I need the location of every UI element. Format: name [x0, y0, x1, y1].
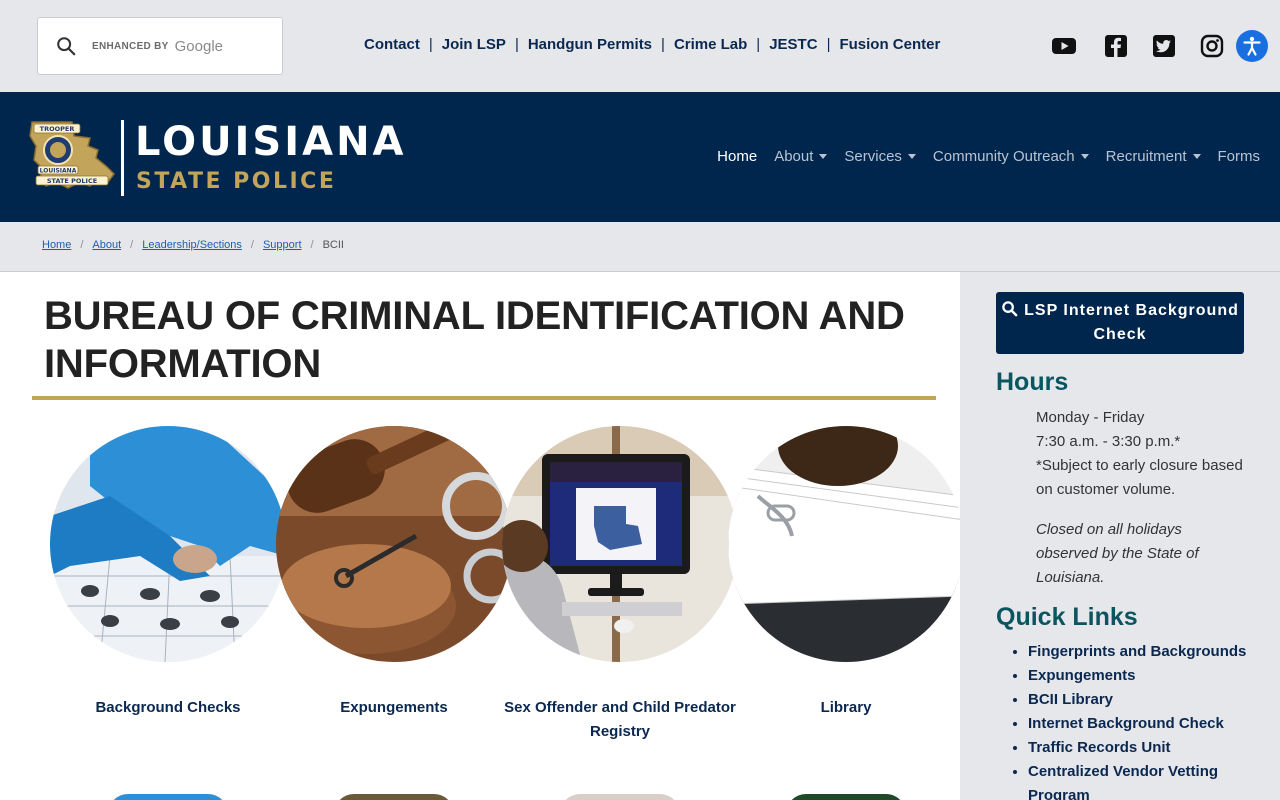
quick-link-internet-background-check[interactable]: Internet Background Check — [1028, 715, 1224, 732]
next-row-tile-image — [334, 794, 454, 800]
main-content: BUREAU OF CRIMINAL IDENTIFICATION AND IN… — [0, 272, 960, 800]
list-item: Centralized Vendor Vetting Program — [1028, 760, 1268, 800]
trooper-badge-logo[interactable]: TROOPER LOUISIANA STATE POLICE — [28, 116, 116, 192]
util-link-jestc[interactable]: JESTC — [769, 36, 817, 53]
quick-link-vendor-vetting[interactable]: Centralized Vendor Vetting Program — [1028, 763, 1218, 800]
tile-label: Library — [820, 699, 872, 716]
util-separator: | — [428, 36, 433, 53]
nav-item-recruitment[interactable]: Recruitment — [1106, 148, 1201, 165]
nav-item-community-outreach[interactable]: Community Outreach — [933, 148, 1089, 165]
breadcrumb-separator: / — [310, 239, 314, 251]
nav-item-label: Home — [717, 148, 758, 165]
nav-item-services[interactable]: Services — [844, 148, 916, 165]
list-item: Expungements — [1028, 664, 1268, 688]
util-separator: | — [826, 36, 831, 53]
quick-links-heading: Quick Links — [996, 603, 1138, 631]
search-icon — [57, 37, 76, 56]
util-separator: | — [756, 36, 761, 53]
hours-block: Monday - Friday 7:30 a.m. - 3:30 p.m.* *… — [1036, 406, 1246, 590]
utility-bar: ENHANCED BY Google Contact | Join LSP | … — [0, 0, 1280, 92]
internet-background-check-button[interactable]: LSP Internet Background Check — [996, 292, 1244, 354]
list-item: Fingerprints and Backgrounds — [1028, 640, 1268, 664]
breadcrumb-link-support[interactable]: Support — [263, 239, 302, 251]
badge-text-louisiana: LOUISIANA — [40, 168, 77, 175]
breadcrumb-bar: Home / About / Leadership/Sections / Sup… — [0, 222, 1280, 272]
next-row-tile-image — [108, 794, 228, 800]
quick-link-bcii-library[interactable]: BCII Library — [1028, 691, 1113, 708]
util-link-fusion-center[interactable]: Fusion Center — [839, 36, 940, 53]
accessibility-button[interactable] — [1236, 30, 1268, 62]
hours-closure-note: *Subject to early closure based on custo… — [1036, 457, 1243, 498]
util-link-handgun-permits[interactable]: Handgun Permits — [528, 36, 652, 53]
sidebar: LSP Internet Background Check Hours Mond… — [960, 272, 1280, 800]
twitter-icon[interactable] — [1151, 33, 1177, 59]
title-underline — [32, 396, 936, 400]
site-search-input[interactable]: ENHANCED BY Google — [37, 17, 283, 75]
cta-label: LSP Internet Background Check — [1024, 302, 1239, 343]
badge-text-trooper: TROOPER — [40, 125, 75, 133]
caret-down-icon — [907, 154, 916, 159]
nav-item-label: About — [774, 148, 814, 165]
util-separator: | — [661, 36, 665, 53]
page-title: BUREAU OF CRIMINAL IDENTIFICATION AND IN… — [44, 294, 905, 386]
binder-image — [728, 426, 960, 662]
breadcrumb-separator: / — [80, 239, 84, 251]
logo-wordmark-louisiana[interactable]: LOUISIANA — [135, 120, 407, 164]
next-row-tile-image — [786, 794, 906, 800]
caret-down-icon — [1080, 154, 1089, 159]
list-item: Traffic Records Unit — [1028, 736, 1268, 760]
hours-days: Monday - Friday — [1036, 409, 1145, 426]
breadcrumb-current: BCII — [322, 239, 344, 251]
search-enhanced-label: ENHANCED BY — [92, 40, 169, 52]
util-link-join-lsp[interactable]: Join LSP — [442, 36, 506, 53]
main-nav: Home About Services Community Outreach R… — [700, 148, 1260, 165]
breadcrumb-link-home[interactable]: Home — [42, 239, 71, 251]
breadcrumb-separator: / — [250, 239, 254, 251]
nav-item-label: Recruitment — [1105, 148, 1187, 165]
nav-item-about[interactable]: About — [774, 148, 828, 165]
search-icon — [1002, 301, 1018, 317]
quick-link-traffic-records[interactable]: Traffic Records Unit — [1028, 739, 1171, 756]
youtube-icon[interactable] — [1051, 33, 1077, 59]
util-separator: | — [514, 36, 519, 53]
gavel-image — [276, 426, 512, 662]
breadcrumb-link-leadership[interactable]: Leadership/Sections — [142, 239, 242, 251]
tile-label: Background Checks — [95, 699, 241, 716]
holiday-note: Closed on all holidays observed by the S… — [1036, 521, 1199, 586]
quick-link-fingerprints[interactable]: Fingerprints and Backgrounds — [1028, 643, 1246, 660]
breadcrumb-separator: / — [130, 239, 134, 251]
hours-time: 7:30 a.m. - 3:30 p.m.* — [1036, 433, 1181, 450]
quick-links-list: Fingerprints and Backgrounds Expungement… — [1028, 640, 1268, 800]
nav-item-label: Services — [844, 148, 902, 165]
instagram-icon[interactable] — [1199, 33, 1225, 59]
quick-link-expungements[interactable]: Expungements — [1028, 667, 1136, 684]
accessibility-icon — [1243, 36, 1261, 56]
breadcrumb: Home / About / Leadership/Sections / Sup… — [42, 239, 344, 251]
facebook-icon[interactable] — [1103, 33, 1129, 59]
logo-wordmark-state-police[interactable]: STATE POLICE — [136, 168, 336, 196]
nav-item-label: Community Outreach — [932, 148, 1075, 165]
google-wordmark: Google — [174, 37, 224, 55]
caret-down-icon — [1192, 154, 1201, 159]
util-link-crime-lab[interactable]: Crime Lab — [674, 36, 747, 53]
list-item: BCII Library — [1028, 688, 1268, 712]
hours-heading: Hours — [996, 368, 1069, 396]
list-item: Internet Background Check — [1028, 712, 1268, 736]
nav-item-forms[interactable]: Forms — [1218, 148, 1261, 165]
utility-nav: Contact | Join LSP | Handgun Permits | C… — [364, 36, 940, 53]
nav-item-home[interactable]: Home — [717, 148, 757, 165]
tile-label: Sex Offender and Child Predator Registry — [504, 699, 736, 740]
tile-label: Expungements — [340, 699, 448, 716]
breadcrumb-link-about[interactable]: About — [92, 239, 121, 251]
caret-down-icon — [819, 154, 828, 159]
fingerprint-image — [50, 426, 286, 662]
site-header: TROOPER LOUISIANA STATE POLICE LOUISIANA… — [0, 92, 1280, 222]
computer-registry-image — [502, 426, 738, 662]
next-row-tile-image — [560, 794, 680, 800]
nav-item-label: Forms — [1217, 148, 1261, 165]
util-link-contact[interactable]: Contact — [364, 36, 420, 53]
badge-text-state-police: STATE POLICE — [47, 177, 97, 185]
logo-divider — [121, 120, 124, 196]
